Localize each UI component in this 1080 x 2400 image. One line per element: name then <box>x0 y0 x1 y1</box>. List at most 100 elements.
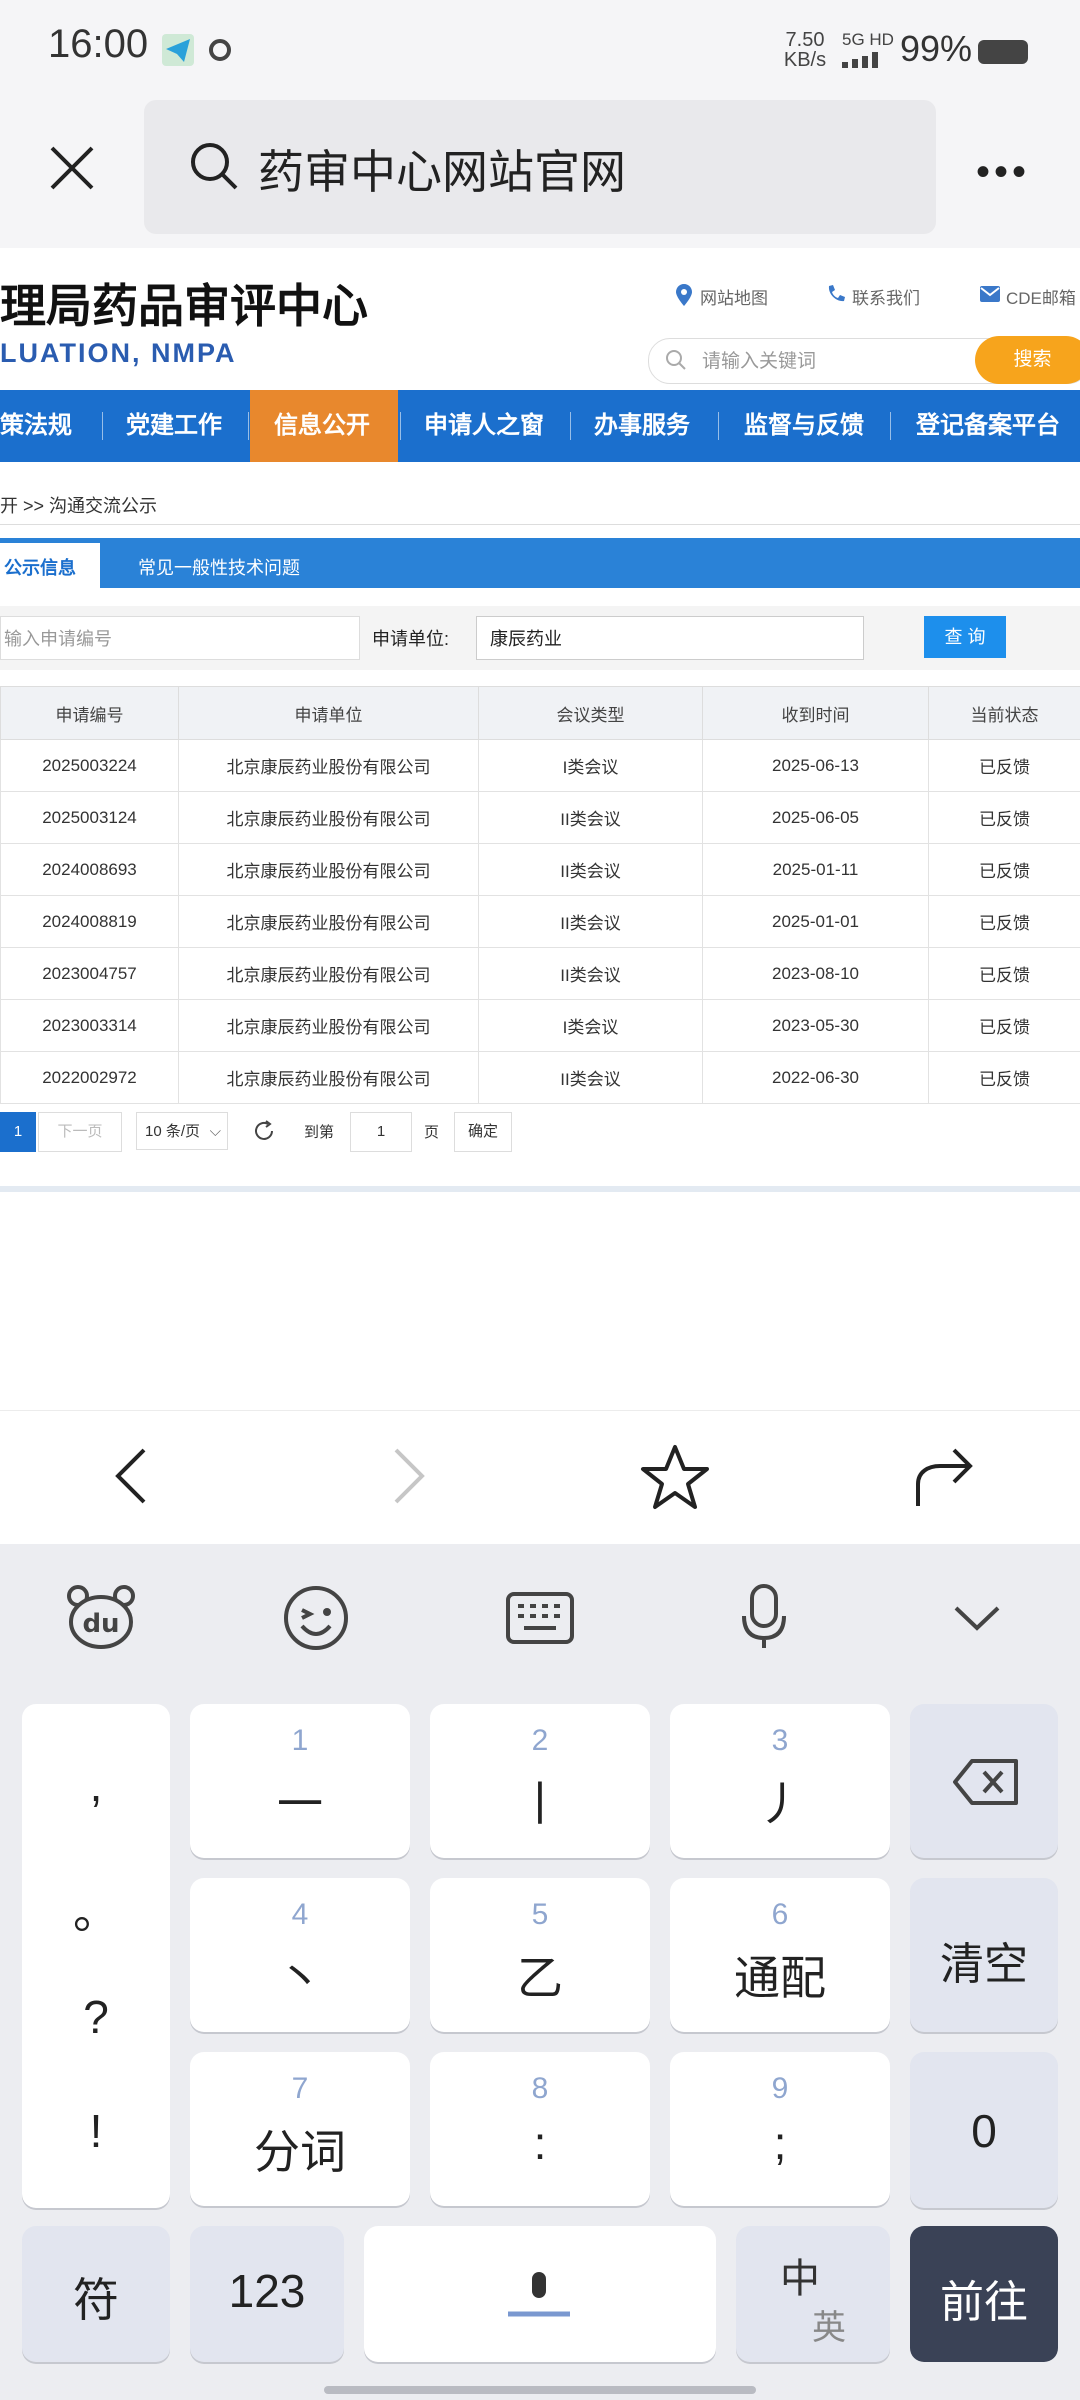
punct-period[interactable]: 。 <box>22 1876 170 1942</box>
cell-applicant: 北京康辰药业股份有限公司 <box>178 843 479 896</box>
clear-key[interactable]: 清空 <box>910 1878 1058 2032</box>
pagination: 1 下一页 10 条/页 ⌵ 到第 1 页 确定 <box>0 1112 1080 1162</box>
tab-public-info-label[interactable]: 公示信息 <box>4 554 76 580</box>
signal-label: 5G HD <box>842 30 894 49</box>
nav-separator <box>570 412 571 440</box>
stroke-key-label: 乙 <box>517 1952 563 2004</box>
page-size-select[interactable]: 10 条/页 ⌵ <box>136 1112 228 1150</box>
search-icon <box>191 143 238 190</box>
next-page-button[interactable]: 下一页 <box>38 1112 122 1152</box>
link-contact[interactable]: 联系我们 <box>852 284 920 309</box>
share-icon[interactable] <box>910 1444 976 1510</box>
punct-comma[interactable]: , <box>22 1758 170 1812</box>
net-speed-unit: KB/s <box>783 49 827 71</box>
breadcrumb: 开 >> 沟通交流公示 <box>0 496 158 516</box>
cell-application-no: 2023004757 <box>0 947 179 1000</box>
goto-page-input[interactable]: 1 <box>350 1112 412 1152</box>
nav-item-register[interactable]: 登记备案平台 <box>916 390 1060 462</box>
stroke-key-1[interactable]: 1一 <box>190 1704 410 1858</box>
tab-faq[interactable]: 常见一般性技术问题 <box>138 554 300 580</box>
cell-application-no: 2024008693 <box>0 843 179 896</box>
nav-item-info[interactable]: 信息公开 <box>274 390 370 462</box>
table-header-row: 申请编号 申请单位 会议类型 收到时间 当前状态 <box>0 686 1080 740</box>
sync-icon <box>209 39 231 61</box>
net-speed: 7.50 KB/s <box>778 30 832 70</box>
address-text[interactable]: 药审中心网站官网 <box>258 136 626 202</box>
cell-applicant: 北京康辰药业股份有限公司 <box>178 1051 479 1104</box>
more-menu-button[interactable]: ••• <box>976 150 1030 195</box>
close-icon[interactable] <box>42 138 102 198</box>
query-button[interactable]: 查 询 <box>924 616 1006 658</box>
refresh-icon[interactable] <box>252 1119 276 1143</box>
results-table: 申请编号 申请单位 会议类型 收到时间 当前状态 2025003224 北京康辰药… <box>0 686 1080 1104</box>
collapse-icon[interactable] <box>952 1604 1002 1634</box>
col-header-received: 收到时间 <box>702 686 929 740</box>
stroke-key-label: 通配 <box>734 1952 826 2004</box>
stroke-key-number: 1 <box>291 1724 309 1757</box>
cell-received-date: 2023-08-10 <box>702 947 929 1000</box>
space-key[interactable] <box>364 2226 716 2362</box>
site-subtitle: LUATION, NMPA <box>0 338 237 368</box>
back-icon[interactable] <box>110 1446 154 1506</box>
space-mic-icon <box>508 2272 570 2317</box>
du-bear-icon[interactable]: du <box>66 1584 136 1650</box>
keyboard-icon[interactable] <box>506 1592 574 1644</box>
stroke-key-4[interactable]: 4丶 <box>190 1878 410 2032</box>
nav-separator <box>102 412 103 440</box>
nav-item-services[interactable]: 办事服务 <box>594 390 690 462</box>
battery-text: 99% <box>900 28 973 69</box>
nav-separator <box>248 412 249 440</box>
lang-english-label: 英 <box>812 2309 846 2347</box>
svg-text:du: du <box>82 1609 119 1639</box>
col-header-meeting-type: 会议类型 <box>478 686 703 740</box>
nav-item-policy[interactable]: 策法规 <box>0 390 72 462</box>
cell-meeting-type: I类会议 <box>478 999 703 1052</box>
forward-icon[interactable] <box>386 1446 430 1506</box>
link-cde-mail[interactable]: CDE邮箱 <box>1006 284 1076 309</box>
symbols-key[interactable]: 符 <box>22 2226 170 2362</box>
punct-exclamation[interactable]: ! <box>22 2104 170 2158</box>
stroke-key-8[interactable]: 8: <box>430 2052 650 2206</box>
language-toggle-key[interactable]: 中 英 <box>736 2226 890 2362</box>
table-row: 2022002972 北京康辰药业股份有限公司 II类会议 2022-06-30 已反馈 <box>0 1051 1080 1104</box>
nav-separator <box>890 412 891 440</box>
stroke-key-label: 丿 <box>757 1778 803 1830</box>
site-title: 理局药品审评中心 <box>0 280 368 332</box>
emoji-icon[interactable] <box>282 1584 350 1652</box>
net-speed-value: 7.50 <box>785 29 825 51</box>
page-current[interactable]: 1 <box>0 1112 36 1152</box>
goto-confirm-button[interactable]: 确定 <box>454 1112 512 1152</box>
backspace-key[interactable] <box>910 1704 1058 1858</box>
keyword-input[interactable]: 请输入关键词 <box>702 346 816 373</box>
nav-item-party[interactable]: 党建工作 <box>126 390 222 462</box>
applicant-value[interactable]: 康辰药业 <box>490 625 562 651</box>
cell-received-date: 2025-01-01 <box>702 895 929 948</box>
stroke-key-2[interactable]: 2丨 <box>430 1704 650 1858</box>
home-indicator[interactable] <box>324 2386 756 2394</box>
stroke-key-3[interactable]: 3丿 <box>670 1704 890 1858</box>
cell-received-date: 2023-05-30 <box>702 999 929 1052</box>
zero-key[interactable]: 0 <box>910 2052 1058 2208</box>
stroke-key-5[interactable]: 5乙 <box>430 1878 650 2032</box>
col-header-unit: 申请单位 <box>178 686 479 740</box>
mic-icon[interactable] <box>740 1584 788 1650</box>
numeric-key[interactable]: 123 <box>190 2226 344 2362</box>
stroke-key-number: 9 <box>771 2072 789 2105</box>
cell-meeting-type: II类会议 <box>478 1051 703 1104</box>
cell-status: 已反馈 <box>928 895 1080 948</box>
cell-received-date: 2025-01-11 <box>702 843 929 896</box>
bookmark-star-icon[interactable] <box>640 1444 710 1510</box>
nav-item-feedback[interactable]: 监督与反馈 <box>744 390 864 462</box>
stroke-key-9[interactable]: 9; <box>670 2052 890 2206</box>
stroke-key-7[interactable]: 7 分词 <box>190 2052 410 2206</box>
site-search-button[interactable]: 搜索 <box>975 336 1080 384</box>
punctuation-key-panel[interactable]: , 。 ? ! <box>22 1704 170 2208</box>
punct-question[interactable]: ? <box>22 1990 170 2044</box>
application-no-placeholder[interactable]: 输入申请编号 <box>4 625 112 651</box>
col-header-status: 当前状态 <box>928 686 1080 740</box>
stroke-key-6[interactable]: 6 通配 <box>670 1878 890 2032</box>
link-sitemap[interactable]: 网站地图 <box>700 284 768 309</box>
nav-item-applicant[interactable]: 申请人之窗 <box>424 390 544 462</box>
main-nav: 策法规 党建工作 信息公开 申请人之窗 办事服务 监督与反馈 登记备案平台 <box>0 390 1080 462</box>
go-key[interactable]: 前往 <box>910 2226 1058 2362</box>
